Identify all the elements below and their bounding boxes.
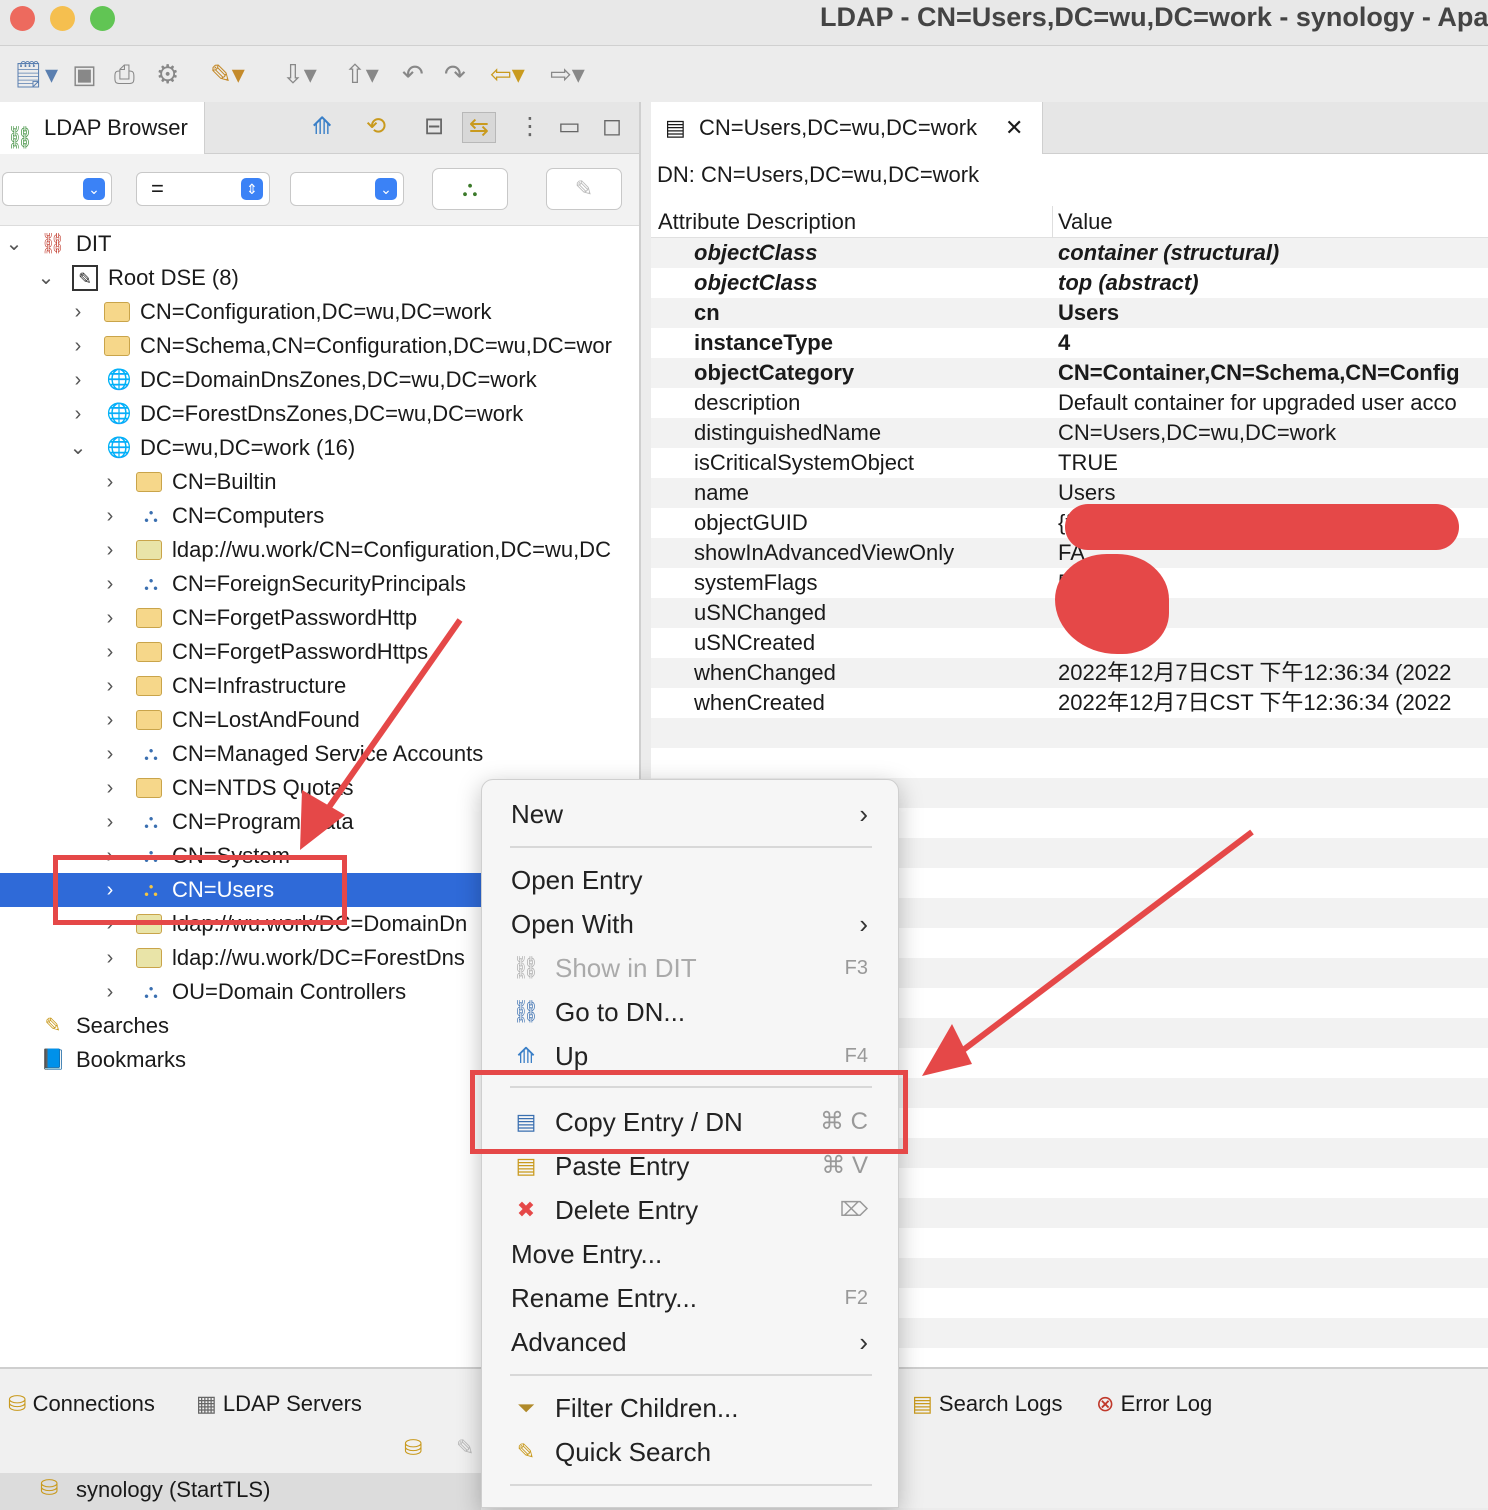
annotation-arrow [948,829,1254,1063]
annotation-arrow [317,618,463,822]
annotation-arrowhead [922,1024,972,1076]
annotation-arrows [300,618,1254,1076]
